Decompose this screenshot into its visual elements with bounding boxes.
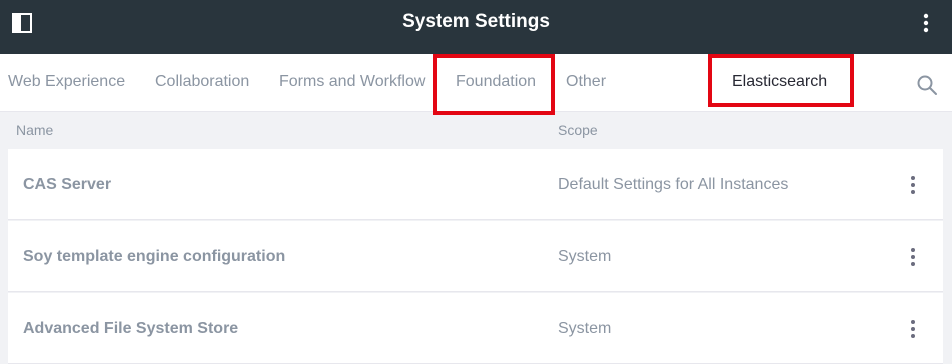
page-title: System Settings [402, 11, 550, 32]
row-scope: Default Settings for All Instances [558, 176, 789, 193]
vertical-ellipsis-icon[interactable] [903, 318, 923, 340]
vertical-ellipsis-icon[interactable] [903, 246, 923, 268]
tab-other[interactable]: Other [566, 54, 606, 112]
column-header-scope: Scope [558, 122, 598, 138]
vertical-ellipsis-icon[interactable] [916, 12, 936, 34]
tab-collaboration[interactable]: Collaboration [155, 54, 249, 112]
table-row[interactable]: CAS Server Default Settings for All Inst… [8, 149, 943, 220]
tab-web-experience[interactable]: Web Experience [8, 54, 125, 112]
table-row[interactable]: Soy template engine configuration System [8, 221, 943, 292]
row-name[interactable]: Soy template engine configuration [23, 221, 285, 292]
row-scope: System [558, 320, 612, 337]
row-name[interactable]: CAS Server [23, 149, 111, 220]
app-header: System Settings [0, 0, 952, 54]
row-scope: System [558, 248, 612, 265]
category-nav: Web Experience Collaboration Forms and W… [0, 54, 952, 112]
column-header-name: Name [16, 122, 54, 138]
table-row[interactable]: Advanced File System Store System [8, 293, 943, 364]
search-icon[interactable] [916, 74, 938, 96]
vertical-ellipsis-icon[interactable] [903, 174, 923, 196]
row-name[interactable]: Advanced File System Store [23, 293, 238, 364]
tab-foundation[interactable]: Foundation [456, 54, 536, 112]
tab-forms-and-workflow[interactable]: Forms and Workflow [279, 54, 425, 112]
tab-elasticsearch[interactable]: Elasticsearch [732, 54, 827, 112]
